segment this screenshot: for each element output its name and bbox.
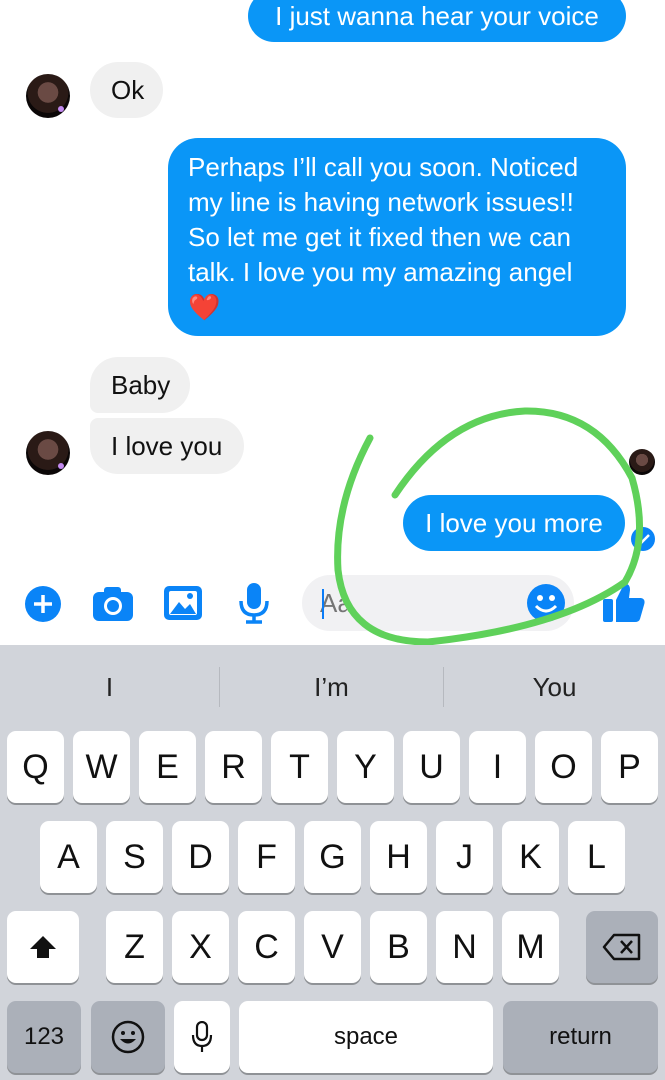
suggestion-2[interactable]: I’m (220, 645, 443, 729)
camera-icon[interactable] (90, 584, 136, 624)
key-j[interactable]: J (436, 821, 493, 893)
emoji-keyboard-icon (111, 1020, 145, 1054)
message-input[interactable] (320, 587, 500, 619)
emoji-key[interactable] (91, 1001, 165, 1073)
suggestion-bar: I I’m You (0, 645, 665, 729)
heart-emoji: ❤️ (188, 291, 221, 322)
message-text: I just wanna hear your voice (275, 0, 599, 31)
key-t[interactable]: T (271, 731, 328, 803)
delivered-check-icon (631, 527, 655, 551)
key-n[interactable]: N (436, 911, 493, 983)
key-x[interactable]: X (172, 911, 229, 983)
shift-icon (30, 936, 56, 958)
message-text: I love you (111, 430, 223, 461)
message-incoming[interactable]: Baby (90, 357, 190, 413)
mic-icon[interactable] (237, 582, 271, 624)
chat-thread: I just wanna hear your voice Ok Perhaps … (0, 0, 665, 645)
emoji-icon[interactable] (526, 583, 566, 623)
message-line: my line is having network issues!! (188, 186, 574, 217)
key-m[interactable]: M (502, 911, 559, 983)
message-incoming[interactable]: Ok (90, 62, 163, 118)
avatar[interactable] (26, 74, 70, 118)
message-outgoing[interactable]: I love you more (403, 495, 625, 551)
keyboard: I I’m You Q W E R T Y U I O P A S D F G … (0, 645, 665, 1080)
key-q[interactable]: Q (7, 731, 64, 803)
message-incoming[interactable]: I love you (90, 418, 244, 474)
message-composer[interactable] (302, 575, 574, 631)
message-outgoing[interactable]: I just wanna hear your voice (248, 0, 626, 42)
key-c[interactable]: C (238, 911, 295, 983)
message-text: I love you more (425, 507, 603, 538)
plus-icon[interactable] (23, 584, 63, 624)
message-text: Baby (111, 369, 171, 400)
key-o[interactable]: O (535, 731, 592, 803)
key-s[interactable]: S (106, 821, 163, 893)
key-r[interactable]: R (205, 731, 262, 803)
avatar[interactable] (26, 431, 70, 475)
dictation-key[interactable] (174, 1001, 230, 1073)
return-key[interactable]: return (503, 1001, 658, 1073)
key-v[interactable]: V (304, 911, 361, 983)
key-z[interactable]: Z (106, 911, 163, 983)
suggestion-1[interactable]: I (0, 645, 219, 729)
numbers-key[interactable]: 123 (7, 1001, 81, 1073)
microphone-icon (191, 1021, 213, 1052)
key-d[interactable]: D (172, 821, 229, 893)
shift-key[interactable] (7, 911, 79, 983)
key-l[interactable]: L (568, 821, 625, 893)
key-h[interactable]: H (370, 821, 427, 893)
key-w[interactable]: W (73, 731, 130, 803)
key-k[interactable]: K (502, 821, 559, 893)
key-a[interactable]: A (40, 821, 97, 893)
key-b[interactable]: B (370, 911, 427, 983)
backspace-key[interactable] (586, 911, 658, 983)
key-y[interactable]: Y (337, 731, 394, 803)
message-line: talk. I love you my amazing angel (188, 256, 573, 287)
key-e[interactable]: E (139, 731, 196, 803)
message-outgoing[interactable]: Perhaps I’ll call you soon. Noticed my l… (168, 138, 626, 336)
thumbs-up-icon[interactable] (602, 580, 646, 624)
text-caret (322, 589, 324, 619)
space-key[interactable]: space (239, 1001, 493, 1073)
key-i[interactable]: I (469, 731, 526, 803)
seen-avatar (629, 449, 655, 475)
key-g[interactable]: G (304, 821, 361, 893)
message-line: So let me get it fixed then we can (188, 221, 571, 252)
gallery-icon[interactable] (162, 584, 204, 622)
suggestion-3[interactable]: You (444, 645, 665, 729)
key-p[interactable]: P (601, 731, 658, 803)
key-f[interactable]: F (238, 821, 295, 893)
key-u[interactable]: U (403, 731, 460, 803)
backspace-icon (602, 933, 641, 961)
message-text: Ok (111, 74, 145, 105)
message-line: Perhaps I’ll call you soon. Noticed (188, 151, 579, 182)
